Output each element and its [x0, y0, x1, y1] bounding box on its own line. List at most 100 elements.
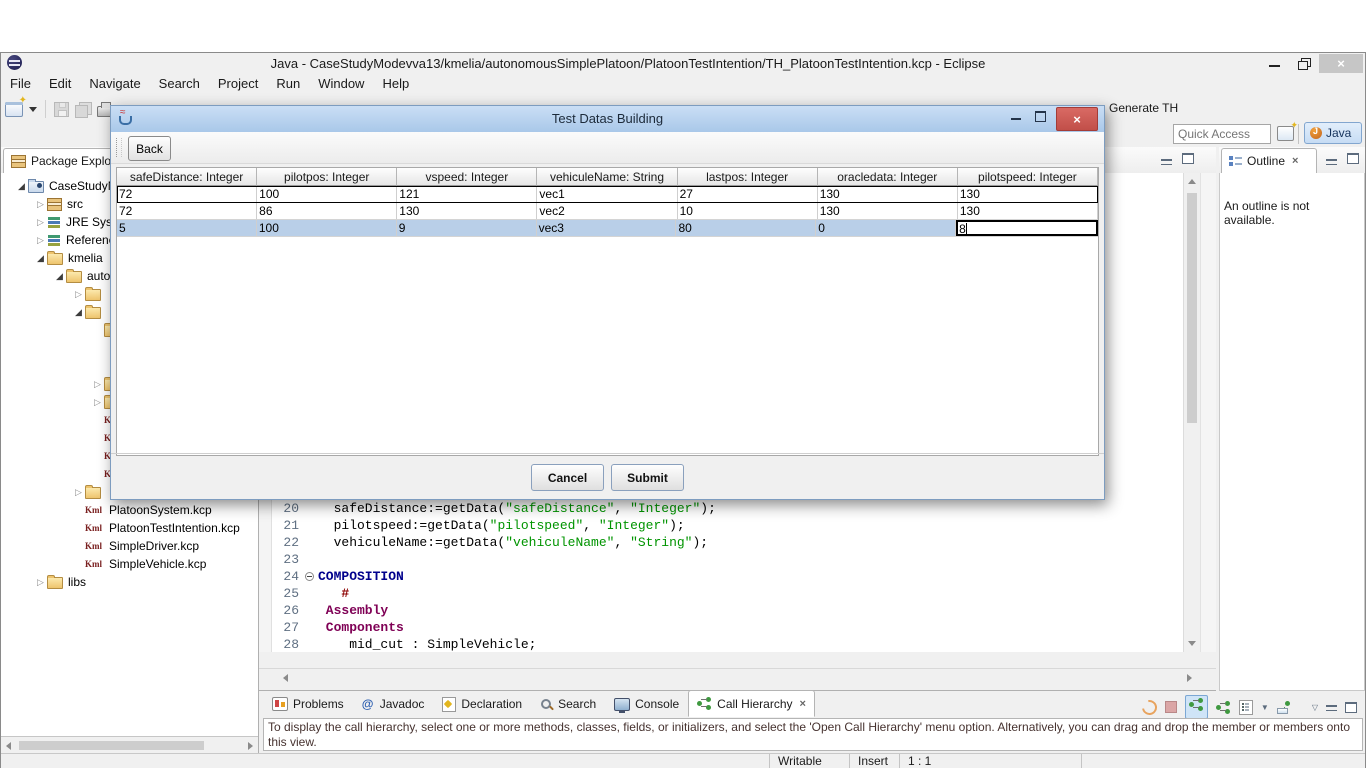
- table-row[interactable]: 51009vec38008: [117, 220, 1098, 237]
- table-cell[interactable]: 5: [117, 220, 257, 236]
- tree-expander-closed-icon[interactable]: ▷: [34, 217, 47, 228]
- minimize-view-icon[interactable]: [1326, 705, 1337, 711]
- tree-expander-closed-icon[interactable]: ▷: [91, 379, 104, 390]
- restore-button[interactable]: [1289, 54, 1319, 72]
- column-header[interactable]: vehiculeName: String: [537, 168, 677, 186]
- code-line-23[interactable]: 23: [271, 551, 1200, 568]
- table-row[interactable]: 72100121vec127130130: [117, 186, 1098, 203]
- dialog-maximize-button[interactable]: [1028, 106, 1052, 126]
- tree-expander-open-icon[interactable]: ◢: [34, 253, 47, 264]
- code-line-27[interactable]: 27 Components: [271, 619, 1200, 636]
- minimize-view-icon[interactable]: [1161, 159, 1172, 165]
- column-header[interactable]: oracledata: Integer: [818, 168, 958, 186]
- tree-expander-closed-icon[interactable]: ▷: [34, 577, 47, 588]
- tree-expander-open-icon[interactable]: ◢: [15, 181, 28, 192]
- code-line-22[interactable]: 22 vehiculeName:=getData("vehiculeName",…: [271, 534, 1200, 551]
- open-perspective-icon[interactable]: [1277, 126, 1294, 141]
- column-header[interactable]: pilotpos: Integer: [257, 168, 397, 186]
- maximize-view-icon[interactable]: [1182, 153, 1194, 164]
- dialog-close-button[interactable]: ×: [1056, 107, 1098, 131]
- table-cell[interactable]: vec3: [537, 220, 677, 236]
- editing-cell[interactable]: 8: [956, 220, 1098, 236]
- java-perspective-button[interactable]: Java: [1304, 122, 1362, 144]
- menu-run[interactable]: Run: [267, 73, 309, 94]
- pin-view-icon[interactable]: [1277, 701, 1290, 714]
- table-cell[interactable]: 130: [958, 186, 1098, 202]
- tree-item-platoontestintention-kcp[interactable]: PlatoonTestIntention.kcp: [1, 519, 258, 537]
- tree-item-simplevehicle-kcp[interactable]: SimpleVehicle.kcp: [1, 555, 258, 573]
- tree-expander-closed-icon[interactable]: ▷: [72, 289, 85, 300]
- code-line-26[interactable]: 26 Assembly: [271, 602, 1200, 619]
- code-line-21[interactable]: 21 pilotspeed:=getData("pilotspeed", "In…: [271, 517, 1200, 534]
- code-line-20[interactable]: 20 safeDistance:=getData("safeDistance",…: [271, 500, 1200, 517]
- menu-navigate[interactable]: Navigate: [80, 73, 149, 94]
- quick-access-input[interactable]: [1173, 124, 1271, 144]
- tab-problems[interactable]: Problems: [263, 691, 353, 717]
- fold-collapse-icon[interactable]: [305, 572, 314, 581]
- history-list-icon[interactable]: [1239, 700, 1253, 715]
- new-dropdown-icon[interactable]: [29, 107, 37, 112]
- table-cell[interactable]: 130: [818, 203, 958, 219]
- scrollbar-thumb[interactable]: [1187, 193, 1197, 423]
- minimize-view-icon[interactable]: [1326, 159, 1337, 165]
- save-icon[interactable]: [54, 102, 69, 117]
- close-button[interactable]: ×: [1319, 54, 1363, 73]
- tree-expander-closed-icon[interactable]: ▷: [34, 235, 47, 246]
- tree-item-platoonsystem-kcp[interactable]: PlatoonSystem.kcp: [1, 501, 258, 519]
- menu-project[interactable]: Project: [209, 73, 267, 94]
- caller-mode-button[interactable]: [1185, 695, 1208, 719]
- scroll-left-icon[interactable]: [6, 742, 11, 750]
- tab-outline[interactable]: Outline ×: [1221, 148, 1317, 173]
- tree-expander-closed-icon[interactable]: ▷: [72, 487, 85, 498]
- scrollbar-thumb[interactable]: [19, 741, 204, 750]
- tab-console[interactable]: Console: [605, 691, 688, 717]
- menu-file[interactable]: File: [1, 73, 40, 94]
- menu-edit[interactable]: Edit: [40, 73, 80, 94]
- close-tab-icon[interactable]: ×: [1292, 155, 1298, 167]
- menu-window[interactable]: Window: [309, 73, 373, 94]
- tab-declaration[interactable]: Declaration: [433, 691, 531, 717]
- toolbar-grip[interactable]: [116, 138, 122, 157]
- maximize-view-icon[interactable]: [1347, 153, 1359, 164]
- tab-javadoc[interactable]: Javadoc: [353, 691, 434, 717]
- code-line-25[interactable]: 25 #: [271, 585, 1200, 602]
- table-cell[interactable]: 100: [257, 220, 397, 236]
- table-cell[interactable]: vec2: [537, 203, 677, 219]
- editor-hscrollbar[interactable]: [259, 668, 1216, 684]
- editor-vscrollbar[interactable]: [1183, 173, 1200, 652]
- scroll-right-icon[interactable]: [1187, 674, 1192, 682]
- code-line-24[interactable]: 24COMPOSITION: [271, 568, 1200, 585]
- column-header[interactable]: safeDistance: Integer: [117, 168, 257, 186]
- table-cell[interactable]: 9: [397, 220, 537, 236]
- table-cell[interactable]: 10: [678, 203, 818, 219]
- view-menu-icon[interactable]: ▽: [1312, 703, 1318, 712]
- tree-item-libs[interactable]: ▷libs: [1, 573, 258, 591]
- tab-call-hierarchy[interactable]: Call Hierarchy×: [688, 690, 815, 717]
- tree-expander-closed-icon[interactable]: ▷: [34, 199, 47, 210]
- table-cell[interactable]: vec1: [537, 186, 677, 202]
- column-header[interactable]: vspeed: Integer: [397, 168, 537, 186]
- dialog-minimize-button[interactable]: [1004, 106, 1028, 126]
- menu-help[interactable]: Help: [373, 73, 418, 94]
- table-cell[interactable]: 72: [117, 203, 257, 219]
- tab-search[interactable]: Search: [531, 691, 605, 717]
- new-wizard-icon[interactable]: [5, 102, 23, 117]
- history-dropdown-icon[interactable]: ▼: [1261, 703, 1269, 712]
- callee-hierarchy-icon[interactable]: [1216, 701, 1231, 714]
- tree-item-simpledriver-kcp[interactable]: SimpleDriver.kcp: [1, 537, 258, 555]
- back-button[interactable]: Back: [128, 136, 171, 161]
- menu-search[interactable]: Search: [150, 73, 209, 94]
- generate-th-button[interactable]: Generate TH: [1109, 101, 1178, 115]
- submit-button[interactable]: Submit: [611, 464, 684, 491]
- maximize-view-icon[interactable]: [1345, 702, 1357, 713]
- table-cell[interactable]: 86: [257, 203, 397, 219]
- scroll-down-icon[interactable]: [1188, 641, 1196, 646]
- tree-expander-closed-icon[interactable]: ▷: [91, 397, 104, 408]
- tree-expander-open-icon[interactable]: ◢: [53, 271, 66, 282]
- scroll-right-icon[interactable]: [248, 742, 253, 750]
- table-cell[interactable]: 130: [818, 186, 958, 202]
- table-cell[interactable]: 0: [816, 220, 956, 236]
- table-cell[interactable]: 80: [676, 220, 816, 236]
- column-header[interactable]: pilotspeed: Integer: [958, 168, 1098, 186]
- minimize-button[interactable]: [1259, 54, 1289, 72]
